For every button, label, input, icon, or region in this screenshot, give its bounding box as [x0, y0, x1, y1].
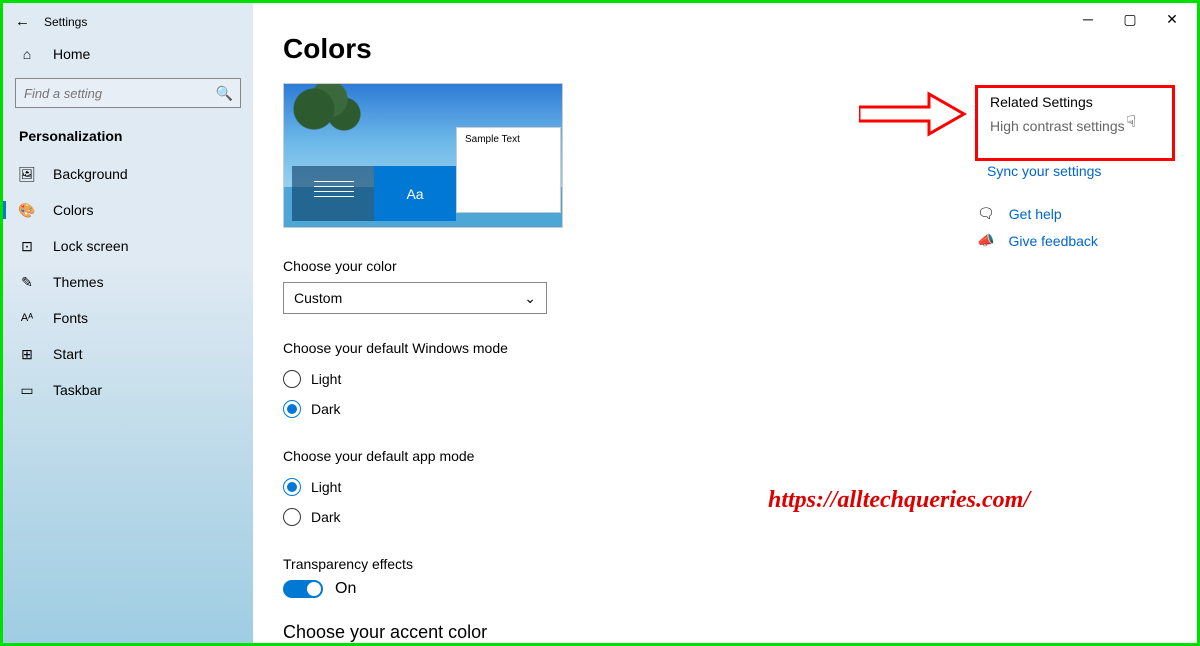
search-input[interactable] — [15, 78, 241, 108]
preview-tile: Aa — [374, 166, 456, 221]
palette-icon: 🎨 — [19, 202, 35, 218]
annotation-arrow — [859, 89, 969, 139]
annotation-box: Related Settings High contrast settings … — [975, 85, 1175, 161]
sidebar-item-label: Taskbar — [53, 382, 102, 398]
image-icon: 🖼 — [19, 166, 35, 182]
related-column: Related Settings High contrast settings … — [975, 85, 1175, 259]
sidebar-item-label: Fonts — [53, 310, 88, 326]
radio-label: Dark — [311, 509, 341, 525]
radio-label: Light — [311, 479, 341, 495]
lock-icon: ⊡ — [19, 238, 35, 254]
sidebar-item-label: Background — [53, 166, 128, 182]
sidebar-item-label: Themes — [53, 274, 104, 290]
windows-mode-dark[interactable]: Dark — [283, 394, 963, 424]
app-mode-label: Choose your default app mode — [283, 448, 963, 464]
cursor-icon: ☟ — [1126, 112, 1136, 132]
get-help-link[interactable]: Get help — [1009, 206, 1062, 222]
sidebar-item-start[interactable]: ⊞ Start — [3, 336, 253, 372]
sidebar-item-themes[interactable]: ✎ Themes — [3, 264, 253, 300]
home-label: Home — [53, 46, 90, 62]
main-content: Colors Aa Sample Text Choose your color … — [253, 3, 1197, 643]
windows-mode-label: Choose your default Windows mode — [283, 340, 963, 356]
toggle-state: On — [335, 580, 356, 598]
home-icon: ⌂ — [19, 46, 35, 62]
sidebar-item-taskbar[interactable]: ▭ Taskbar — [3, 372, 253, 408]
color-preview: Aa Sample Text — [283, 83, 563, 228]
sidebar-item-lockscreen[interactable]: ⊡ Lock screen — [3, 228, 253, 264]
font-icon: Aᴬ — [19, 310, 35, 326]
related-title: Related Settings — [990, 94, 1160, 110]
feedback-link[interactable]: Give feedback — [1008, 233, 1098, 249]
sidebar: ← Settings ⌂ Home 🔍 Personalization 🖼 Ba… — [3, 3, 253, 643]
page-title: Colors — [283, 33, 963, 65]
taskbar-icon: ▭ — [19, 382, 35, 398]
sync-settings-link[interactable]: Sync your settings — [987, 163, 1175, 179]
windows-mode-light[interactable]: Light — [283, 364, 963, 394]
feedback-icon: 📣 — [977, 232, 994, 249]
choose-color-label: Choose your color — [283, 258, 963, 274]
edit-icon: ✎ — [19, 274, 35, 290]
color-dropdown[interactable]: Custom ⌄ — [283, 282, 547, 314]
back-button[interactable]: ← — [15, 13, 30, 30]
sidebar-item-label: Lock screen — [53, 238, 128, 254]
sidebar-item-colors[interactable]: 🎨 Colors — [3, 192, 253, 228]
windows-mode-group: Light Dark — [283, 364, 963, 424]
radio-label: Light — [311, 371, 341, 387]
grid-icon: ⊞ — [19, 346, 35, 362]
accent-header: Choose your accent color — [283, 622, 963, 643]
help-icon: 🗨 — [977, 205, 995, 222]
transparency-label: Transparency effects — [283, 556, 963, 572]
sidebar-home[interactable]: ⌂ Home — [3, 36, 253, 72]
transparency-toggle[interactable] — [283, 580, 323, 598]
sidebar-item-background[interactable]: 🖼 Background — [3, 156, 253, 192]
sidebar-item-label: Start — [53, 346, 83, 362]
radio-icon — [283, 508, 301, 526]
app-title: Settings — [44, 15, 87, 29]
radio-icon — [283, 478, 301, 496]
search-icon: 🔍 — [216, 85, 233, 102]
chevron-down-icon: ⌄ — [524, 290, 536, 307]
radio-icon — [283, 370, 301, 388]
preview-window: Sample Text — [456, 127, 561, 213]
sidebar-section-label: Personalization — [3, 118, 253, 156]
sidebar-item-label: Colors — [53, 202, 93, 218]
watermark-text: https://alltechqueries.com/ — [768, 487, 1030, 514]
sidebar-item-fonts[interactable]: Aᴬ Fonts — [3, 300, 253, 336]
radio-label: Dark — [311, 401, 341, 417]
radio-icon — [283, 400, 301, 418]
dropdown-value: Custom — [294, 290, 342, 306]
